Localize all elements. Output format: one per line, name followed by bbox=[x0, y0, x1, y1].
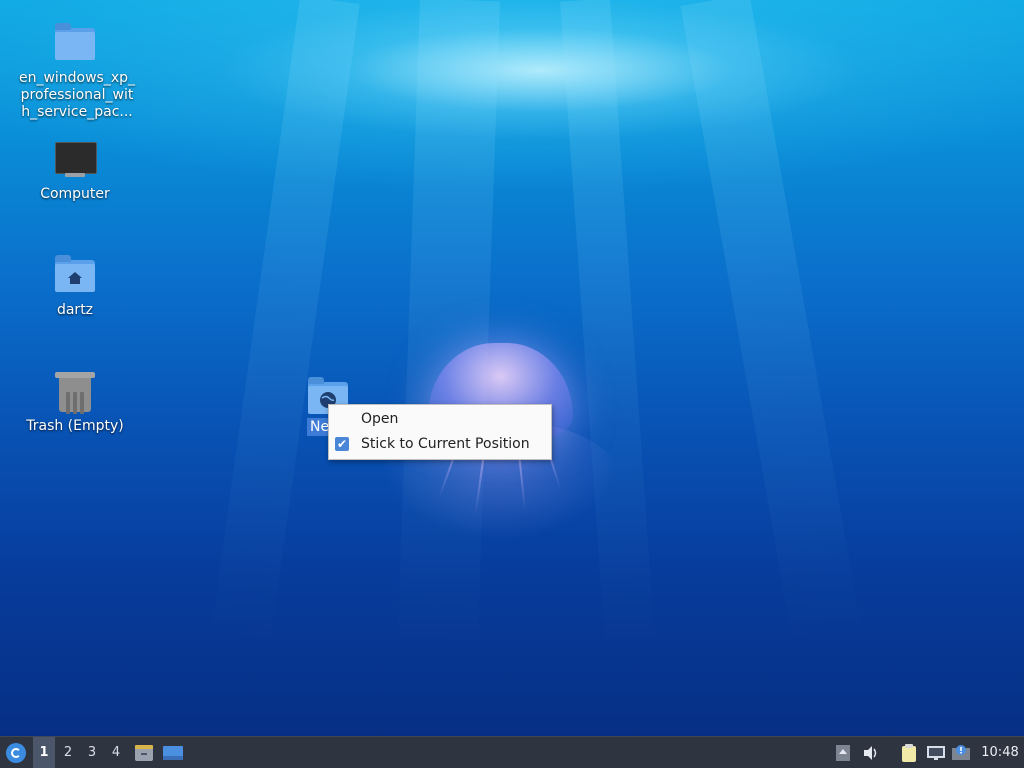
tray-expand-button[interactable] bbox=[832, 737, 854, 768]
desktop-icon-label: Computer bbox=[40, 186, 110, 202]
desktop-icon-label: en_windows_xp_ professional_wit h_servic… bbox=[18, 70, 136, 120]
file-manager-icon bbox=[135, 744, 153, 761]
computer-icon bbox=[53, 138, 97, 182]
light-ray bbox=[680, 0, 863, 647]
desktop-icon-trash[interactable]: Trash (Empty) bbox=[15, 370, 135, 435]
arrow-up-icon bbox=[836, 744, 850, 761]
network-wired-icon bbox=[927, 745, 945, 760]
show-desktop-button[interactable] bbox=[160, 737, 186, 768]
workspace-label: 3 bbox=[87, 745, 97, 760]
clipboard-icon bbox=[902, 743, 916, 762]
clipboard-button[interactable] bbox=[898, 737, 920, 768]
light-ray bbox=[397, 0, 500, 652]
update-notifier-button[interactable] bbox=[950, 737, 972, 768]
speaker-icon bbox=[864, 745, 877, 760]
workspace-label: 2 bbox=[63, 745, 73, 760]
update-icon bbox=[952, 744, 970, 760]
menu-item-stick-to-position[interactable]: ✔ Stick to Current Position bbox=[329, 432, 551, 457]
desktop-icon-label: dartz bbox=[56, 302, 94, 318]
desktop-icon-label: Trash (Empty) bbox=[26, 418, 124, 434]
folder-icon bbox=[53, 22, 97, 66]
clock[interactable]: 10:48 bbox=[976, 737, 1024, 768]
menu-item-label: Open bbox=[361, 411, 399, 427]
workspace-1[interactable]: 1 bbox=[33, 737, 55, 768]
menu-item-open[interactable]: Open bbox=[329, 407, 551, 432]
desktop-icon bbox=[163, 745, 183, 760]
network-button[interactable] bbox=[925, 737, 947, 768]
taskbar: 1 2 3 4 10:48 bbox=[0, 736, 1024, 768]
workspace-3[interactable]: 3 bbox=[81, 737, 103, 768]
light-ray bbox=[560, 0, 656, 651]
workspace-2[interactable]: 2 bbox=[57, 737, 79, 768]
desktop-icon-home-folder[interactable]: dartz bbox=[15, 254, 135, 319]
trash-icon bbox=[53, 370, 97, 414]
volume-button[interactable] bbox=[860, 737, 882, 768]
workspace-label: 1 bbox=[39, 745, 49, 760]
workspace-4[interactable]: 4 bbox=[105, 737, 127, 768]
desktop[interactable]: en_windows_xp_ professional_wit h_servic… bbox=[0, 0, 1024, 736]
menu-item-label: Stick to Current Position bbox=[361, 436, 530, 452]
workspace-label: 4 bbox=[111, 745, 121, 760]
context-menu: Open ✔ Stick to Current Position bbox=[328, 404, 552, 460]
desktop-icon-computer[interactable]: Computer bbox=[15, 138, 135, 203]
checkbox-checked-icon[interactable]: ✔ bbox=[335, 437, 349, 451]
home-folder-icon bbox=[53, 254, 97, 298]
lubuntu-logo-icon bbox=[6, 742, 26, 763]
start-menu-button[interactable] bbox=[2, 737, 30, 768]
file-manager-launcher[interactable] bbox=[132, 737, 156, 768]
desktop-icon-windows-xp-folder[interactable]: en_windows_xp_ professional_wit h_servic… bbox=[15, 22, 135, 121]
light-ray bbox=[209, 0, 360, 648]
